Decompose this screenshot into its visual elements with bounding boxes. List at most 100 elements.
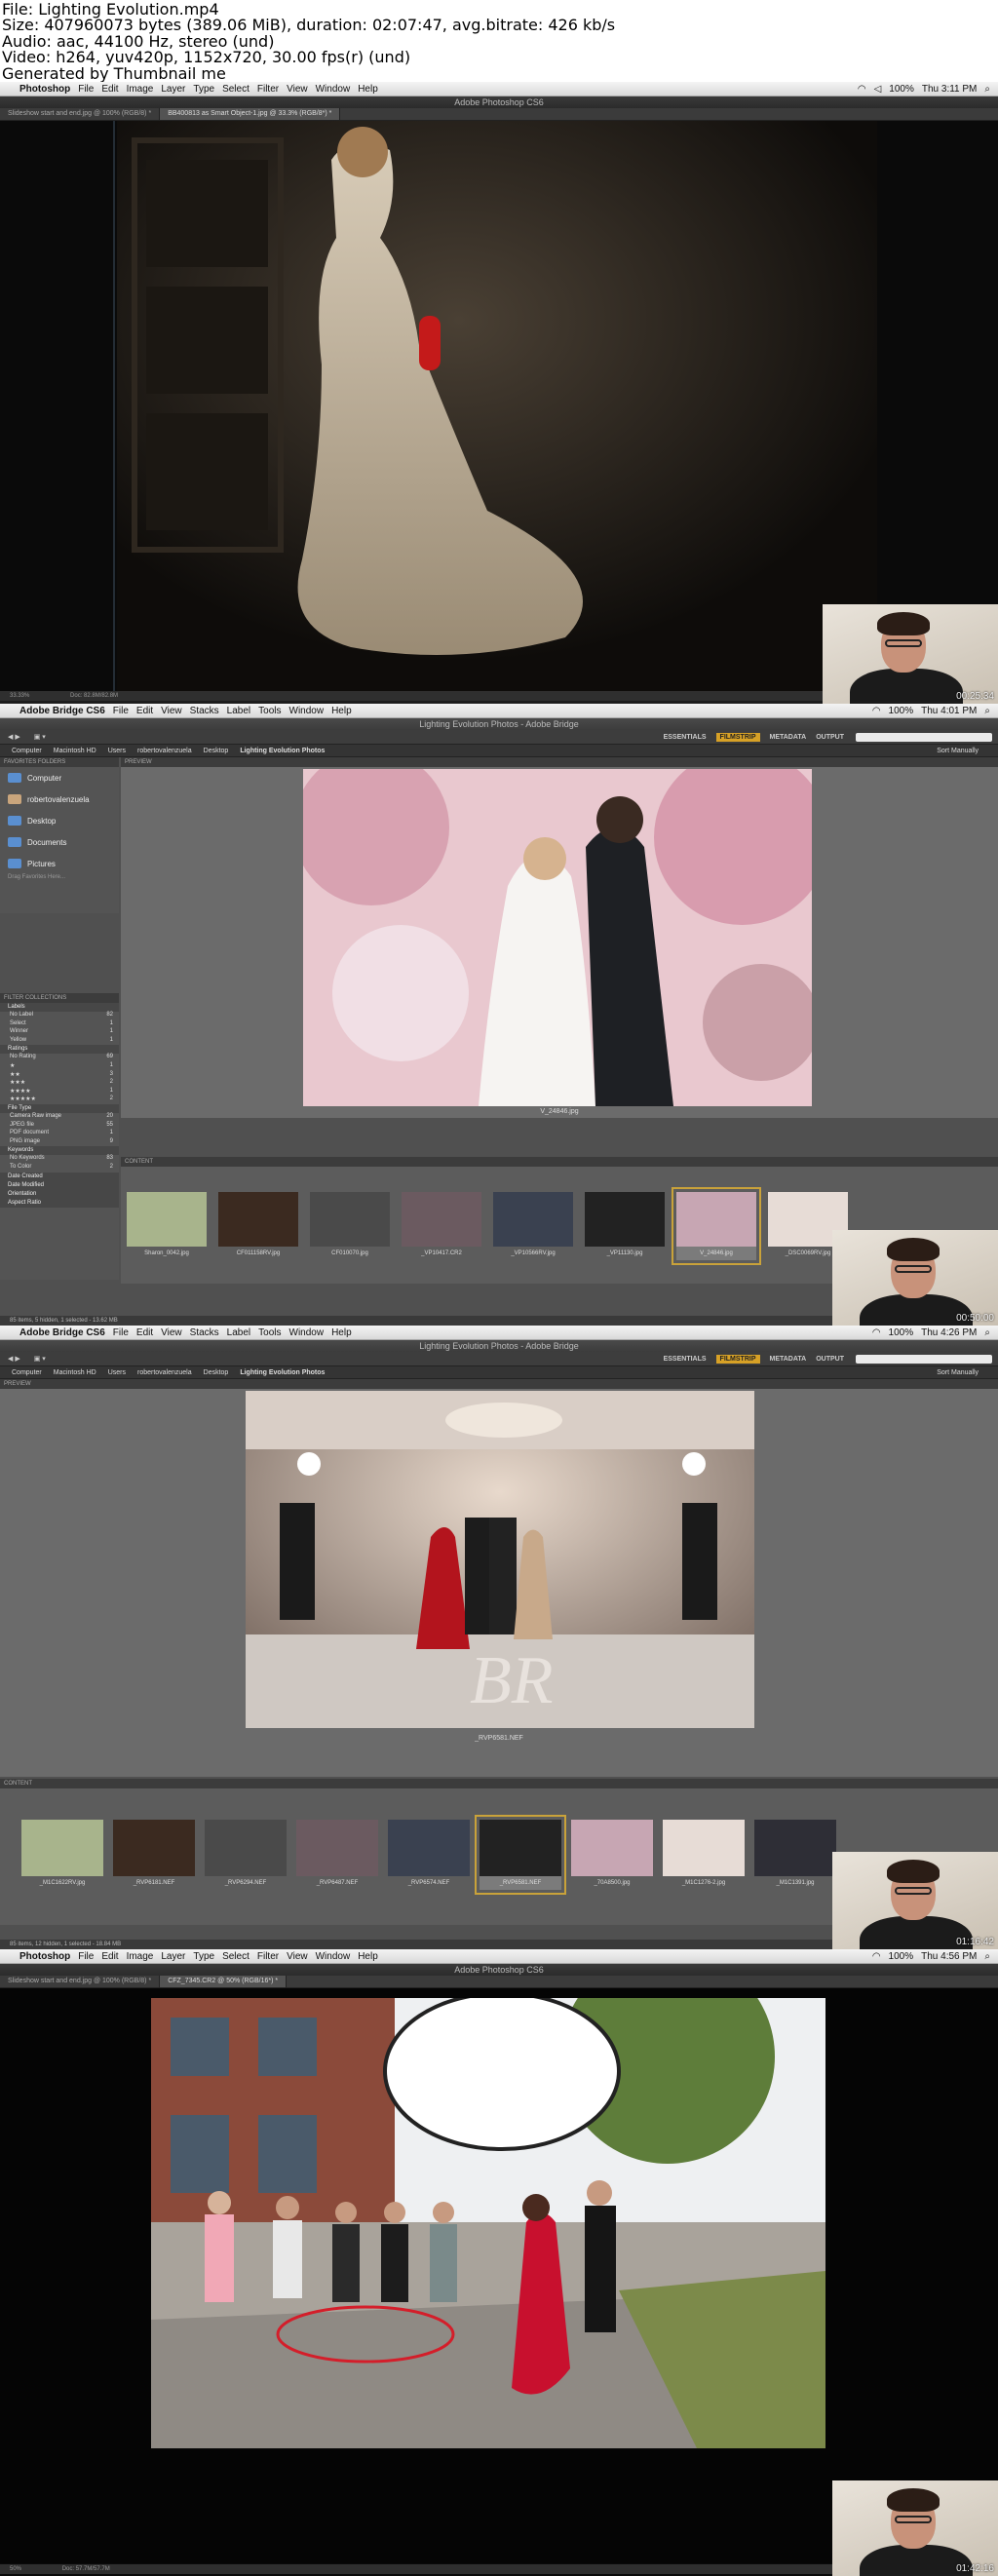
workspace-metadata[interactable]: METADATA	[770, 1356, 807, 1363]
battery-percent[interactable]: 100%	[889, 1951, 914, 1962]
filter-section-header[interactable]: Date Modified	[0, 1180, 119, 1190]
clock[interactable]: Thu 4:01 PM	[921, 706, 977, 716]
breadcrumb-item[interactable]: Macintosh HD	[54, 1369, 96, 1376]
battery-percent[interactable]: 100%	[889, 84, 914, 95]
zoom-level[interactable]: 50%	[10, 2566, 21, 2572]
filter-section-header[interactable]: Keywords	[0, 1146, 119, 1156]
filmstrip-thumbnail[interactable]: _70A8500.jpg	[571, 1820, 653, 1890]
workspace-output[interactable]: OUTPUT	[816, 734, 844, 741]
camera-icon[interactable]: ▣ ▾	[34, 733, 46, 741]
filter-row[interactable]: To Color 2	[0, 1164, 119, 1173]
menu-item[interactable]: Stacks	[190, 706, 219, 716]
content-tab[interactable]: CONTENT	[0, 1779, 998, 1788]
filter-row[interactable]: Winner 1	[0, 1028, 119, 1037]
menu-item[interactable]: Layer	[161, 84, 185, 95]
clock[interactable]: Thu 4:56 PM	[921, 1951, 977, 1962]
favorites-tab[interactable]: FAVORITES FOLDERS	[0, 757, 119, 767]
app-menu[interactable]: Adobe Bridge CS6	[19, 706, 105, 716]
menu-item[interactable]: Window	[316, 84, 351, 95]
menu-item[interactable]: Type	[193, 1951, 214, 1962]
menu-item[interactable]: Select	[222, 84, 250, 95]
menu-item[interactable]: Filter	[257, 84, 279, 95]
menu-item[interactable]: Filter	[257, 1951, 279, 1962]
wifi-icon[interactable]: ◠	[872, 706, 881, 716]
filter-row[interactable]: ★★★★ 1	[0, 1088, 119, 1096]
menu-item[interactable]: File	[78, 1951, 94, 1962]
workspace-filmstrip[interactable]: FILMSTRIP	[715, 732, 760, 742]
search-input[interactable]	[856, 732, 992, 742]
workspace-essentials[interactable]: ESSENTIALS	[664, 734, 707, 741]
filmstrip-thumbnail[interactable]: CF011158RV.jpg	[218, 1192, 298, 1260]
menu-item[interactable]: Image	[127, 84, 154, 95]
workspace-essentials[interactable]: ESSENTIALS	[664, 1356, 707, 1363]
breadcrumb-item[interactable]: Macintosh HD	[54, 748, 96, 754]
content-tab[interactable]: CONTENT	[121, 1157, 998, 1167]
filter-row[interactable]: No Label 82	[0, 1012, 119, 1020]
preview-tab[interactable]: PREVIEW	[0, 1379, 998, 1389]
document-tab[interactable]: Slideshow start and end.jpg @ 100% (RGB/…	[0, 1976, 161, 1987]
filter-row[interactable]: Select 1	[0, 1020, 119, 1029]
app-menu[interactable]: Photoshop	[19, 84, 70, 95]
battery-percent[interactable]: 100%	[889, 706, 914, 716]
wifi-icon[interactable]: ◠	[858, 84, 866, 95]
filmstrip-thumbnail[interactable]: _VP10566RV.jpg	[493, 1192, 573, 1260]
menu-item[interactable]: View	[287, 1951, 308, 1962]
filter-section-header[interactable]: Orientation	[0, 1189, 119, 1199]
breadcrumb-item[interactable]: robertovalenzuela	[137, 1369, 192, 1376]
filter-row[interactable]: No Rating 69	[0, 1054, 119, 1062]
workspace-metadata[interactable]: METADATA	[770, 734, 807, 741]
search-input[interactable]	[856, 1354, 992, 1364]
menu-item[interactable]: View	[161, 1327, 182, 1338]
filter-row[interactable]: PDF document 1	[0, 1130, 119, 1138]
breadcrumb-item[interactable]: Lighting Evolution Photos	[240, 748, 325, 754]
menu-item[interactable]: Type	[193, 84, 214, 95]
document-tab[interactable]: Slideshow start and end.jpg @ 100% (RGB/…	[0, 108, 161, 120]
favorite-item[interactable]: Desktop	[0, 810, 119, 831]
filmstrip-thumbnail[interactable]: _RVP6181.NEF	[113, 1820, 195, 1890]
app-menu[interactable]: Adobe Bridge CS6	[19, 1327, 105, 1338]
battery-percent[interactable]: 100%	[889, 1327, 914, 1338]
filmstrip-thumbnail[interactable]: Sharon_0042.jpg	[127, 1192, 207, 1260]
search-icon[interactable]: ⌕	[984, 84, 990, 95]
filmstrip-thumbnail[interactable]: _RVP6574.NEF	[388, 1820, 470, 1890]
search-icon[interactable]: ⌕	[984, 1951, 990, 1962]
filmstrip-thumbnail[interactable]: _RVP6581.NEF	[475, 1815, 566, 1895]
sort-dropdown[interactable]: Sort Manually	[937, 748, 979, 754]
zoom-level[interactable]: 33.33%	[10, 693, 29, 699]
menu-item[interactable]: Image	[127, 1951, 154, 1962]
menu-item[interactable]: File	[113, 706, 129, 716]
filmstrip-thumbnail[interactable]: _VP10417.CR2	[402, 1192, 481, 1260]
breadcrumb-item[interactable]: Computer	[12, 748, 42, 754]
menu-item[interactable]: Help	[358, 84, 378, 95]
filter-row[interactable]: ★★★ 2	[0, 1079, 119, 1088]
filmstrip-thumbnail[interactable]: _M1C1391.jpg	[754, 1820, 836, 1890]
search-icon[interactable]: ⌕	[984, 706, 990, 716]
sort-dropdown[interactable]: Sort Manually	[937, 1369, 979, 1376]
menu-item[interactable]: File	[78, 84, 94, 95]
menu-item[interactable]: Edit	[101, 84, 118, 95]
filter-section-header[interactable]: Aspect Ratio	[0, 1198, 119, 1208]
menu-item[interactable]: Help	[331, 706, 352, 716]
back-icon[interactable]: ◀ ▶	[8, 733, 20, 741]
filter-row[interactable]: Camera Raw image 20	[0, 1113, 119, 1122]
menu-item[interactable]: Window	[316, 1951, 351, 1962]
menu-item[interactable]: File	[113, 1327, 129, 1338]
filter-row[interactable]: ★★ 3	[0, 1071, 119, 1080]
favorite-item[interactable]: robertovalenzuela	[0, 788, 119, 810]
filter-row[interactable]: No Keywords 83	[0, 1155, 119, 1164]
favorite-item[interactable]: Pictures	[0, 853, 119, 874]
breadcrumb-item[interactable]: Lighting Evolution Photos	[240, 1369, 325, 1376]
filmstrip-thumbnail[interactable]: _RVP6487.NEF	[296, 1820, 378, 1890]
document-tab-active[interactable]: CFZ_7345.CR2 @ 50% (RGB/16*) *	[160, 1976, 288, 1987]
search-icon[interactable]: ⌕	[984, 1327, 990, 1338]
clock[interactable]: Thu 4:26 PM	[921, 1327, 977, 1338]
document-tab-active[interactable]: BB400813 as Smart Object-1.jpg @ 33.3% (…	[160, 108, 341, 120]
filter-section-header[interactable]: Ratings	[0, 1045, 119, 1055]
camera-icon[interactable]: ▣ ▾	[34, 1355, 46, 1363]
workspace-output[interactable]: OUTPUT	[816, 1356, 844, 1363]
menu-item[interactable]: Tools	[258, 706, 281, 716]
filmstrip-thumbnail[interactable]: _M1C1276-2.jpg	[663, 1820, 745, 1890]
app-menu[interactable]: Photoshop	[19, 1951, 70, 1962]
document-canvas[interactable]	[0, 1988, 998, 2563]
breadcrumb-item[interactable]: Desktop	[204, 1369, 229, 1376]
